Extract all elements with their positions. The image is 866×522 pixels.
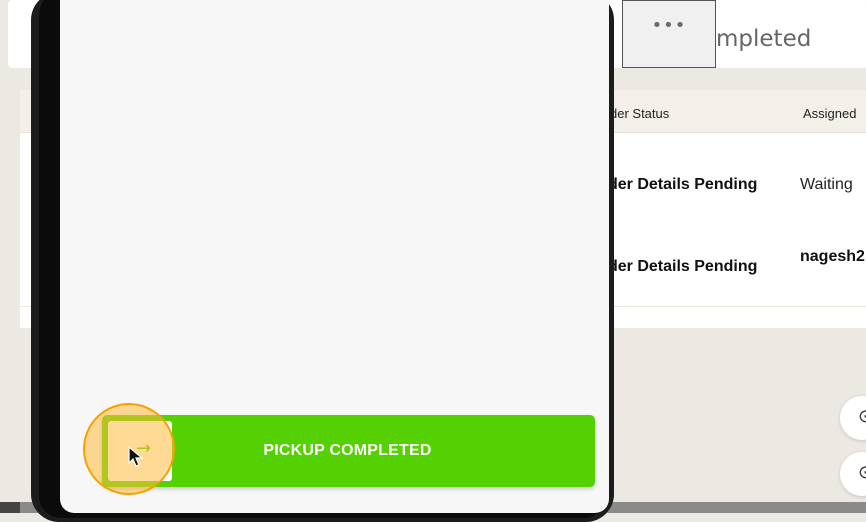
circle-icon: ⊙ (858, 406, 866, 426)
column-header-order-status[interactable]: der Status (610, 106, 669, 121)
order-status-cell: der Details Pending (608, 258, 758, 275)
assigned-cell: Waiting (800, 176, 853, 193)
scrollbar-thumb[interactable] (0, 502, 20, 513)
slider-label: PICKUP COMPLETED (263, 442, 432, 459)
floating-action-button[interactable]: ⊙ (840, 396, 866, 440)
mouse-cursor-icon (128, 446, 144, 467)
circle-icon: ⊙ (858, 462, 866, 482)
assigned-cell: nagesh2 (800, 248, 865, 265)
more-options-button[interactable]: ••• (622, 0, 716, 68)
more-dots-icon: ••• (651, 15, 687, 36)
order-status-cell: der Details Pending (608, 176, 758, 193)
column-header-assigned[interactable]: Assigned (803, 106, 856, 121)
pickup-completed-slider[interactable]: PICKUP COMPLETED → (102, 415, 595, 487)
status-filter-value[interactable]: mpleted (716, 26, 811, 52)
floating-action-button[interactable]: ⊙ (840, 452, 866, 496)
